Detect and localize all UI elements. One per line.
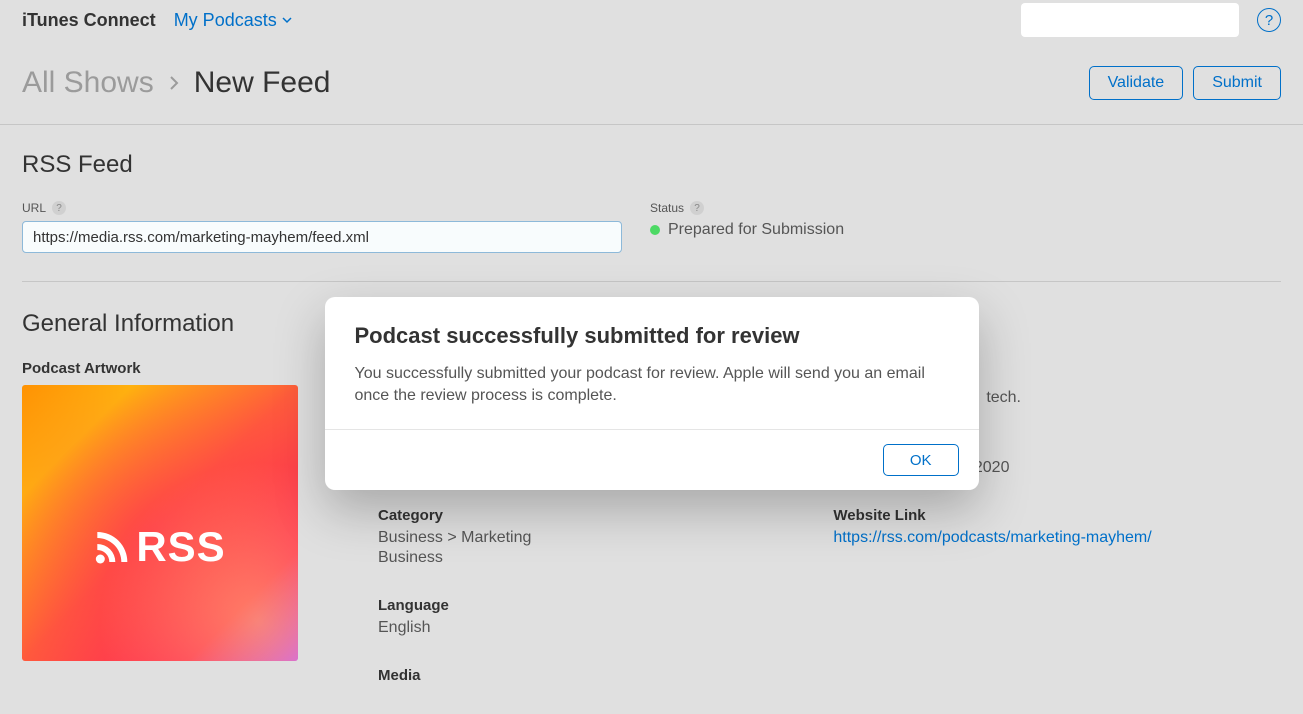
category-label: Category: [378, 507, 793, 524]
website-link[interactable]: https://rss.com/podcasts/marketing-mayhe…: [833, 528, 1248, 549]
modal-body-text: You successfully submitted your podcast …: [355, 363, 949, 408]
language-label: Language: [378, 597, 793, 614]
language-value: English: [378, 618, 793, 639]
rss-url-input[interactable]: [22, 221, 622, 253]
modal-title: Podcast successfully submitted for revie…: [355, 323, 949, 349]
media-label: Media: [378, 667, 793, 684]
success-modal: Podcast successfully submitted for revie…: [325, 297, 979, 491]
status-dot-icon: [650, 225, 660, 235]
podcast-artwork: RSS: [22, 385, 298, 661]
artwork-label: Podcast Artwork: [22, 360, 350, 377]
nav-label: My Podcasts: [174, 10, 277, 31]
subheader: All Shows New Feed Validate Submit: [0, 41, 1303, 125]
breadcrumb-all-shows[interactable]: All Shows: [22, 66, 154, 100]
breadcrumb: All Shows New Feed: [22, 66, 330, 100]
rss-icon: [94, 529, 130, 565]
chevron-right-icon: [168, 66, 180, 100]
website-label: Website Link: [833, 507, 1248, 524]
status-label: Status ?: [650, 201, 1281, 215]
ok-button[interactable]: OK: [883, 444, 959, 476]
my-podcasts-dropdown[interactable]: My Podcasts: [174, 10, 293, 31]
category-value: Business > Marketing Business: [378, 528, 793, 570]
help-icon[interactable]: ?: [690, 201, 704, 215]
chevron-down-icon: [281, 14, 293, 26]
validate-button[interactable]: Validate: [1089, 66, 1184, 100]
rss-feed-title: RSS Feed: [22, 151, 1281, 179]
divider: [22, 281, 1281, 282]
topbar: iTunes Connect My Podcasts ?: [0, 0, 1303, 41]
breadcrumb-current: New Feed: [194, 66, 331, 100]
rss-logo: RSS: [94, 523, 225, 571]
submit-button[interactable]: Submit: [1193, 66, 1281, 100]
status-value: Prepared for Submission: [668, 221, 844, 239]
description-partial: tech.: [986, 389, 1021, 406]
app-title: iTunes Connect: [22, 10, 156, 31]
url-label: URL ?: [22, 201, 622, 215]
user-account-box[interactable]: [1021, 3, 1239, 37]
help-icon[interactable]: ?: [52, 201, 66, 215]
help-icon[interactable]: ?: [1257, 8, 1281, 32]
